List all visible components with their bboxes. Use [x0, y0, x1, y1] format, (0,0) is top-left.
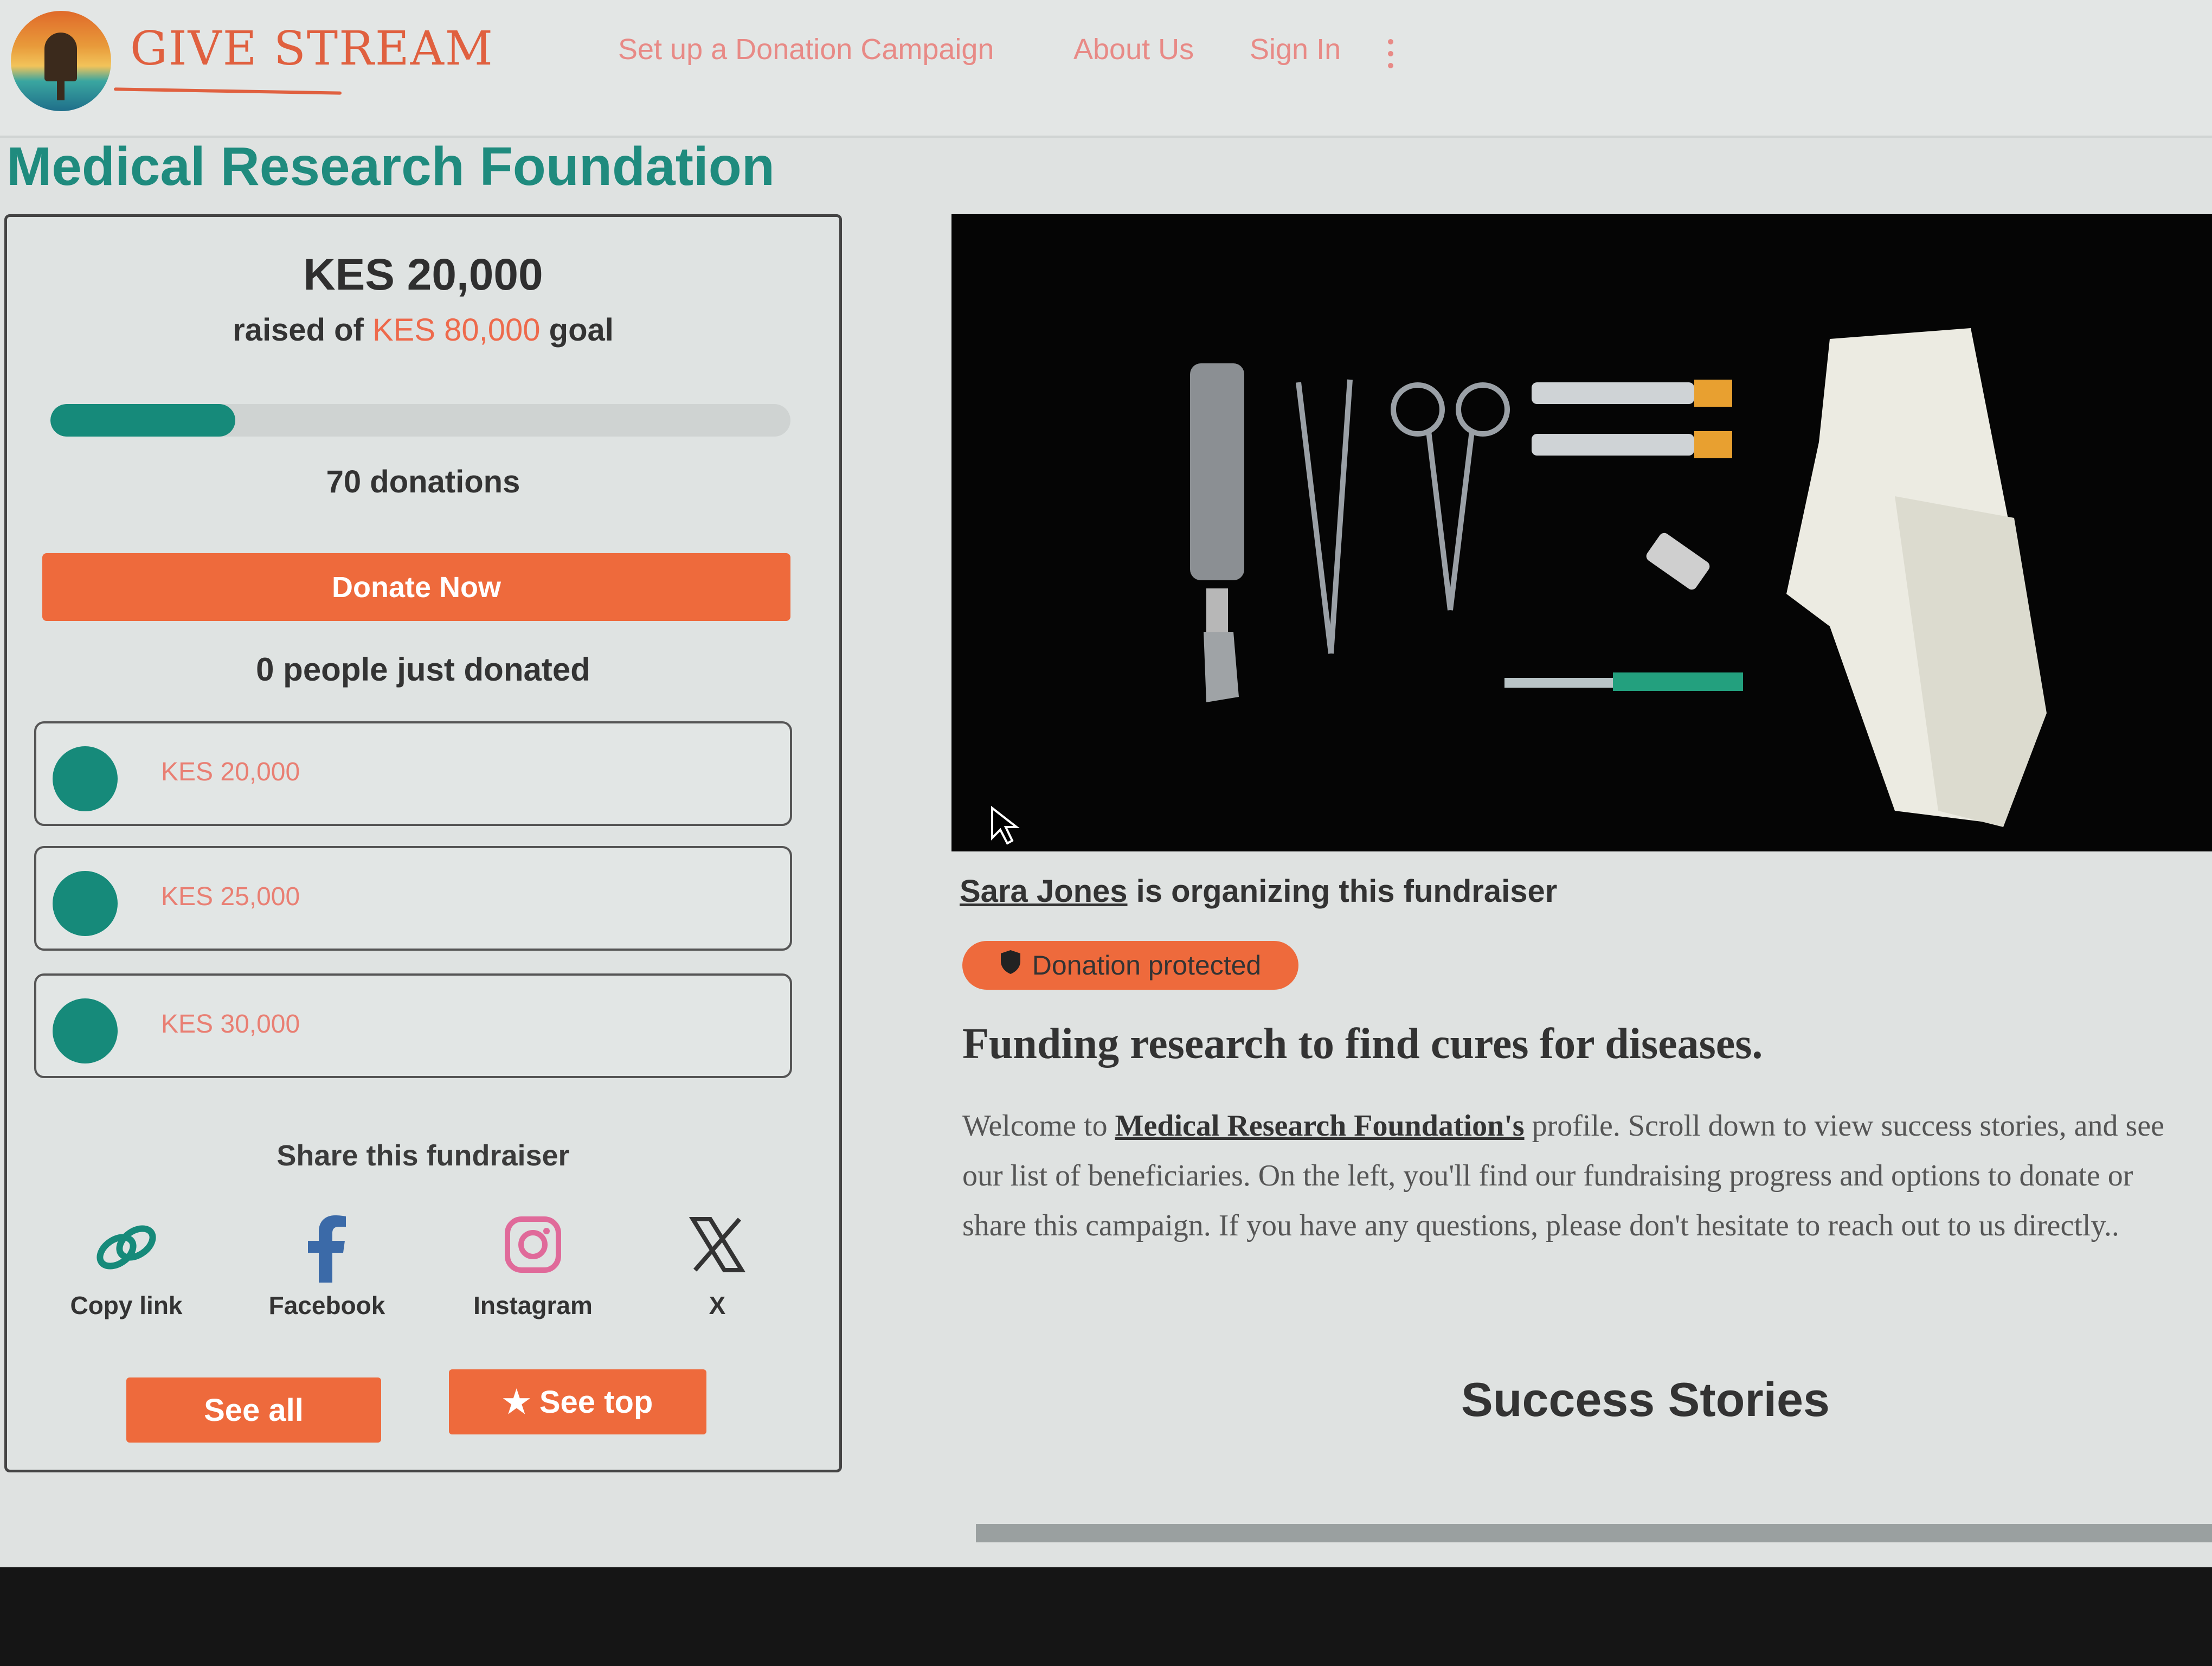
share-copy-link[interactable]: Copy link	[45, 1215, 208, 1320]
donation-amount-option[interactable]: KES 30,000	[34, 973, 792, 1078]
site-header: GIVE STREAM Set up a Donation Campaign A…	[0, 0, 2212, 138]
more-options-icon[interactable]	[1388, 39, 1394, 72]
donation-amount-option[interactable]: KES 20,000	[34, 721, 792, 826]
raised-amount: KES 20,000	[303, 250, 543, 299]
progress-fill	[50, 404, 236, 437]
progress-bar	[50, 404, 790, 437]
see-all-button[interactable]: See all	[126, 1377, 381, 1443]
star-icon: ★	[502, 1385, 531, 1420]
donation-protected-badge[interactable]: Donation protected	[962, 941, 1298, 990]
share-label: Copy link	[70, 1291, 183, 1319]
campaign-description: Welcome to Medical Research Foundation's…	[962, 1101, 2204, 1251]
instagram-icon	[452, 1215, 614, 1291]
x-logo-icon	[636, 1215, 799, 1291]
desc-prefix: Welcome to	[962, 1109, 1115, 1143]
org-profile-link[interactable]: Medical Research Foundation's	[1115, 1109, 1525, 1143]
donor-avatar	[53, 998, 118, 1063]
donations-count: 70 donations	[326, 464, 520, 499]
amount-value: KES 30,000	[161, 1010, 300, 1039]
horizontal-scrollbar[interactable]	[976, 1524, 2212, 1542]
amount-value: KES 20,000	[161, 758, 300, 786]
recent-donors-text: 0 people just donated	[256, 651, 590, 688]
donation-amount-option[interactable]: KES 25,000	[34, 846, 792, 951]
organizer-text: Sara Jones is organizing this fundraiser	[960, 873, 1557, 909]
organizer-suffix: is organizing this fundraiser	[1127, 874, 1558, 909]
protected-label: Donation protected	[1032, 950, 1262, 981]
page-title: Medical Research Foundation	[7, 136, 775, 197]
link-icon	[45, 1215, 208, 1291]
see-top-button[interactable]: ★ See top	[449, 1369, 706, 1434]
give-stream-logo-icon[interactable]	[11, 11, 111, 111]
share-label: X	[709, 1291, 726, 1319]
campaign-hero-image	[951, 214, 2212, 851]
page: GIVE STREAM Set up a Donation Campaign A…	[0, 0, 2212, 1666]
monitor-bezel	[0, 1567, 2212, 1666]
success-stories-heading: Success Stories	[1461, 1373, 1830, 1426]
nav-setup-campaign[interactable]: Set up a Donation Campaign	[618, 33, 994, 66]
facebook-icon	[246, 1215, 408, 1291]
campaign-subtitle: Funding research to find cures for disea…	[962, 1020, 1763, 1068]
goal-text: raised of KES 80,000 goal	[7, 312, 839, 348]
logo-underline	[113, 87, 342, 95]
share-title: Share this fundraiser	[276, 1139, 570, 1172]
donation-card: KES 20,000 raised of KES 80,000 goal 70 …	[4, 214, 842, 1472]
see-top-label: See top	[539, 1385, 653, 1420]
share-instagram[interactable]: Instagram	[452, 1215, 614, 1320]
goal-amount: KES 80,000	[372, 312, 541, 348]
goal-suffix: goal	[540, 312, 614, 348]
share-label: Instagram	[473, 1291, 593, 1319]
donor-avatar	[53, 871, 118, 936]
shield-icon	[1000, 949, 1021, 982]
share-facebook[interactable]: Facebook	[246, 1215, 408, 1320]
share-label: Facebook	[268, 1291, 385, 1319]
tree-trunk-icon	[57, 71, 65, 100]
logo-text[interactable]: GIVE STREAM	[130, 22, 494, 76]
donate-now-button[interactable]: Donate Now	[42, 553, 790, 621]
amount-value: KES 25,000	[161, 882, 300, 911]
nav-sign-in[interactable]: Sign In	[1250, 33, 1341, 66]
organizer-name-link[interactable]: Sara Jones	[960, 874, 1128, 909]
share-x[interactable]: X	[636, 1215, 799, 1320]
nav-about-us[interactable]: About Us	[1073, 33, 1194, 66]
goal-prefix: raised of	[233, 312, 372, 348]
donor-avatar	[53, 746, 118, 811]
